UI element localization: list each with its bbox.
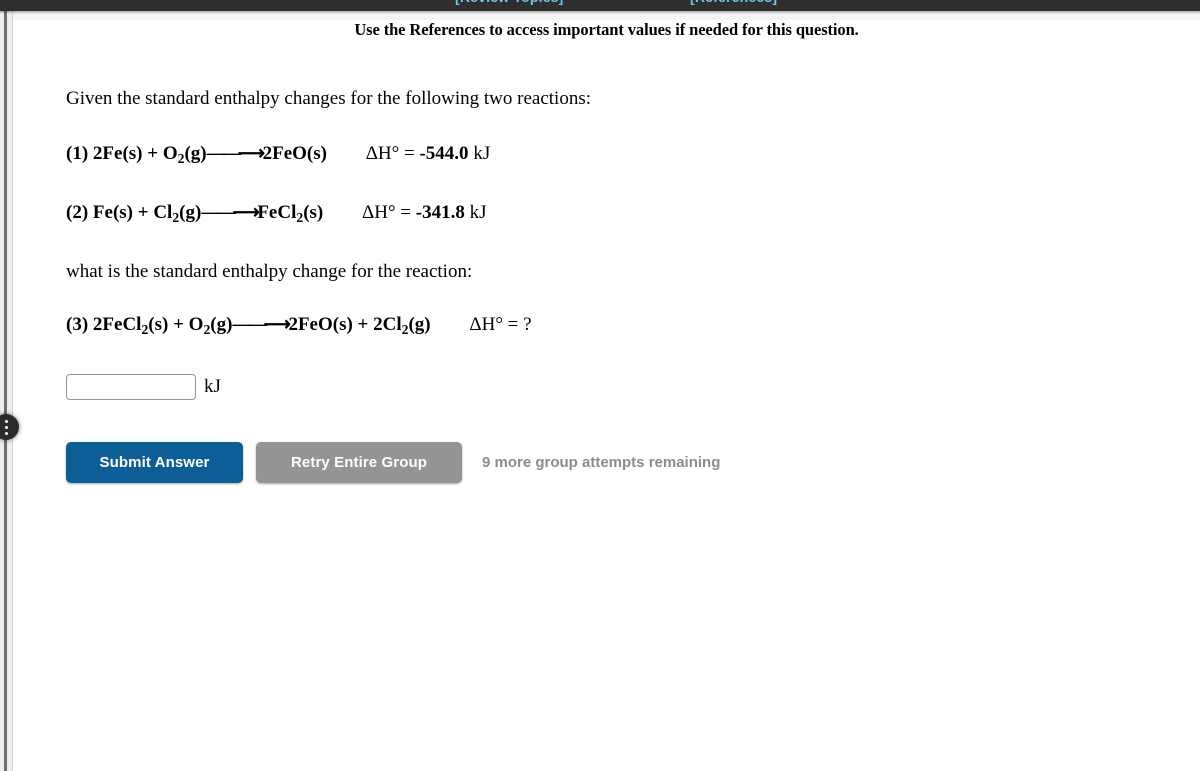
action-button-row: Submit Answer Retry Entire Group 9 more … [66,442,1200,484]
answer-input[interactable] [66,374,196,401]
enthalpy-change-3: ΔH° = ? [469,314,531,337]
delta-h-value-1: -544.0 [419,142,469,164]
question-panel: Use the References to access important v… [13,20,1200,771]
reference-note: Use the References to access important v… [354,20,859,39]
handle-dot [4,431,8,435]
enthalpy-change-2: ΔH° = -341.8 kJ [362,202,487,225]
toolbar-shadow [0,11,1200,14]
references-link[interactable]: [References] [690,0,777,5]
reaction-reactants-1: 2Fe(s) + O2(g) [92,142,207,166]
reaction-arrow-1: ——⟶ [206,142,265,164]
reaction-arrow-2: ——⟶ [201,202,259,224]
answer-unit-label: kJ [204,376,221,398]
answer-row: kJ [66,374,1200,401]
handle-dot [4,425,8,429]
submit-answer-button[interactable]: Submit Answer [66,442,243,484]
reaction-products-2: FeCl2(s) [257,202,324,225]
delta-h-unit-1: kJ [468,142,491,164]
delta-h-value-2: -341.8 [415,202,465,224]
delta-h-value-3: ? [523,314,532,336]
reaction-line-1: (1) 2Fe(s) + O2(g)——⟶2FeO(s) ΔH° = -544.… [66,143,1200,167]
enthalpy-change-1: ΔH° = -544.0 kJ [366,143,491,166]
reaction-products-3: 2FeO(s) + 2Cl2(g) [288,314,431,337]
question-intro: Given the standard enthalpy changes for … [66,88,591,109]
question-body: Given the standard enthalpy changes for … [66,88,1200,484]
question-middle: what is the standard enthalpy change for… [66,261,473,283]
delta-h-unit-2: kJ [464,202,487,224]
review-topics-link[interactable]: [Review Topics] [455,0,564,5]
reaction-line-3: (3) 2FeCl2(s) + O2(g)——⟶2FeO(s) + 2Cl2(g… [66,314,1200,338]
attempts-remaining-text: 9 more group attempts remaining [482,454,721,472]
reaction-reactants-2: Fe(s) + Cl2(g) [92,202,202,225]
reaction-products-1: 2FeO(s) [262,142,327,164]
handle-dot [4,419,8,423]
retry-entire-group-button[interactable]: Retry Entire Group [256,442,462,484]
delta-h-symbol-3: ΔH° = [469,314,524,336]
top-toolbar: [Review Topics] [References] [0,0,1200,11]
panel-resizer[interactable] [0,11,19,771]
reaction-number-1: (1) [66,142,89,164]
reaction-number-2: (2) [66,202,89,224]
reaction-line-2: (2) Fe(s) + Cl2(g)——⟶FeCl2(s) ΔH° = -341… [66,202,1200,226]
reaction-reactants-3: 2FeCl2(s) + O2(g) [92,314,233,337]
delta-h-symbol-1: ΔH° = [365,142,420,164]
delta-h-symbol-2: ΔH° = [362,202,416,224]
reaction-number-3: (3) [66,314,89,336]
reaction-arrow-3: ——⟶ [232,314,290,336]
